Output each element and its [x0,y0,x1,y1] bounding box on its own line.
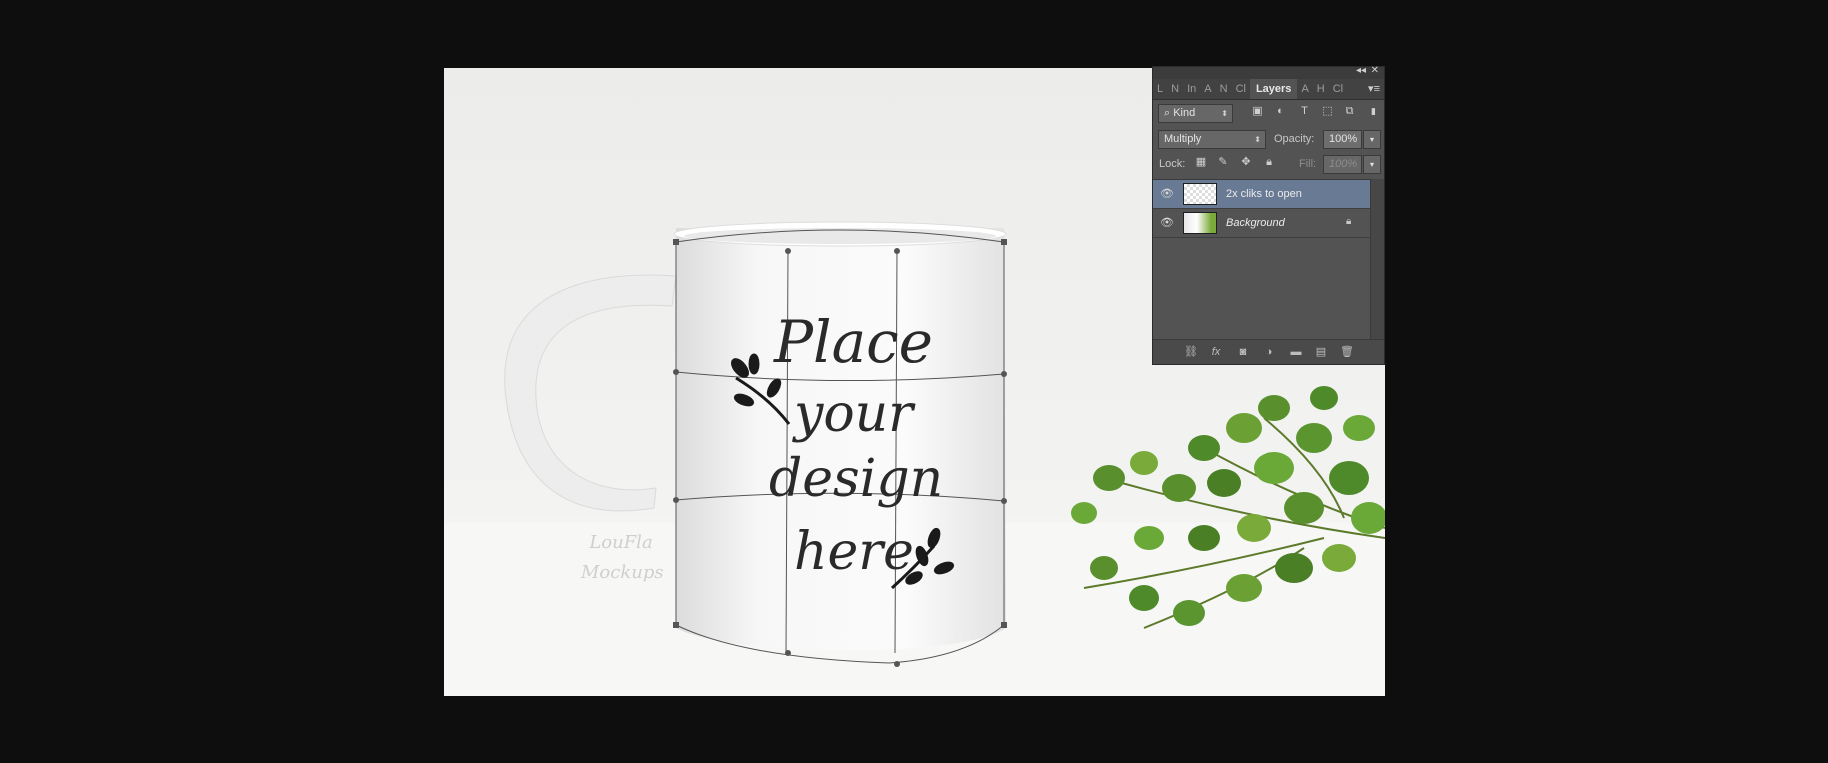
layer-name: Background [1226,217,1285,229]
layer-thumbnail [1183,183,1217,205]
collapse-panel-button[interactable]: ◂◂ [1356,65,1366,76]
layers-panel: ◂◂ ✕ L N In A N Cl Layers A H Cl ▾≡ ⌕ Ki… [1152,65,1385,365]
new-layer-icon[interactable]: ▤ [1313,345,1329,359]
visibility-eye-icon[interactable]: 👁︎ [1160,216,1174,229]
layer-name: 2x cliks to open [1226,188,1302,200]
search-icon: ⌕ [1164,107,1174,119]
tab-8[interactable]: H [1313,79,1329,99]
updown-arrow-icon: ⬍ [1254,135,1261,144]
tab-4[interactable]: N [1216,79,1232,99]
new-group-icon[interactable]: ▬ [1288,345,1304,359]
filter-kind-select[interactable]: ⌕ Kind ⬍ [1158,104,1233,123]
shape-filter-icon[interactable]: ⬚ [1321,105,1334,118]
watermark: LouFla Mockups [581,528,664,588]
mug-text-line4: here [794,522,914,582]
layer-thumbnail [1183,212,1217,234]
lock-transparent-pixels-icon[interactable]: ▦ [1194,155,1208,169]
layers-list: 👁︎ 2x cliks to open 👁︎ Background 🔒︎ [1153,179,1371,340]
updown-arrow-icon: ⬍ [1221,109,1228,118]
filter-kind-label: Kind [1173,107,1196,119]
lock-label: Lock: [1159,158,1186,170]
link-layers-icon[interactable]: ⛓︎ [1183,345,1199,359]
layers-scrollbar[interactable] [1370,179,1384,339]
add-mask-icon[interactable]: ◙ [1235,345,1251,359]
opacity-label: Opacity: [1274,133,1315,145]
watermark-line2: Mockups [581,562,664,583]
opacity-dropdown-button[interactable]: ▾ [1363,130,1381,149]
lock-all-icon[interactable]: 🔒︎ [1262,155,1276,169]
tab-2[interactable]: In [1183,79,1200,99]
panel-tabs: L N In A N Cl Layers A H Cl ▾≡ [1153,79,1384,100]
mug-text-line2: your [794,384,914,444]
tab-0[interactable]: L [1153,79,1167,99]
opacity-input[interactable]: 100% [1323,130,1362,149]
blend-mode-select[interactable]: Multiply ⬍ [1158,130,1266,149]
layer-style-fx-icon[interactable]: fx [1208,345,1224,359]
lock-image-pixels-icon[interactable]: ✎ [1216,155,1230,169]
layer-background[interactable]: 👁︎ Background 🔒︎ [1153,209,1371,238]
panel-menu-icon[interactable]: ▾≡ [1368,79,1380,99]
layer-smart-object[interactable]: 👁︎ 2x cliks to open [1153,180,1371,209]
tab-layers[interactable]: Layers [1249,79,1298,99]
layer-lock-icon: 🔒︎ [1346,216,1352,227]
mug-text-line3: design [769,449,944,509]
fill-input[interactable]: 100% [1323,155,1362,174]
type-filter-icon[interactable]: T [1298,105,1311,118]
tab-9[interactable]: Cl [1329,79,1347,99]
watermark-line1: LouFla [589,532,653,553]
adjustment-layer-icon[interactable]: ◑ [1261,345,1277,359]
panel-bottom-toolbar: ⛓︎ fx ◙ ◑ ▬ ▤ 🗑︎ [1153,339,1384,364]
pixel-filter-icon[interactable]: ▣ [1251,105,1264,118]
blend-mode-value: Multiply [1164,133,1202,145]
panel-topbar: ◂◂ ✕ [1153,65,1384,79]
blend-row: Multiply ⬍ Opacity: 100% ▾ [1153,126,1384,152]
close-panel-button[interactable]: ✕ [1371,65,1379,76]
lock-position-icon[interactable]: ✥ [1239,155,1253,169]
fill-label: Fill: [1299,158,1317,170]
fill-dropdown-button[interactable]: ▾ [1363,155,1381,174]
tab-5[interactable]: Cl [1232,79,1250,99]
smart-object-filter-icon[interactable]: ⧉ [1343,105,1356,118]
adjustment-filter-icon[interactable]: ◐ [1274,105,1287,118]
tab-3[interactable]: A [1200,79,1215,99]
mug-text-line1: Place [774,308,933,376]
lock-row: Lock: ▦ ✎ ✥ 🔒︎ Fill: 100% ▾ [1153,152,1384,178]
delete-layer-icon[interactable]: 🗑︎ [1339,345,1355,359]
tab-7[interactable]: A [1297,79,1312,99]
filter-row: ⌕ Kind ⬍ ▣ ◐ T ⬚ ⧉ ▮ [1153,100,1384,126]
visibility-eye-icon[interactable]: 👁︎ [1160,187,1174,200]
filter-toggle-icon[interactable]: ▮ [1367,105,1380,118]
tab-1[interactable]: N [1167,79,1183,99]
